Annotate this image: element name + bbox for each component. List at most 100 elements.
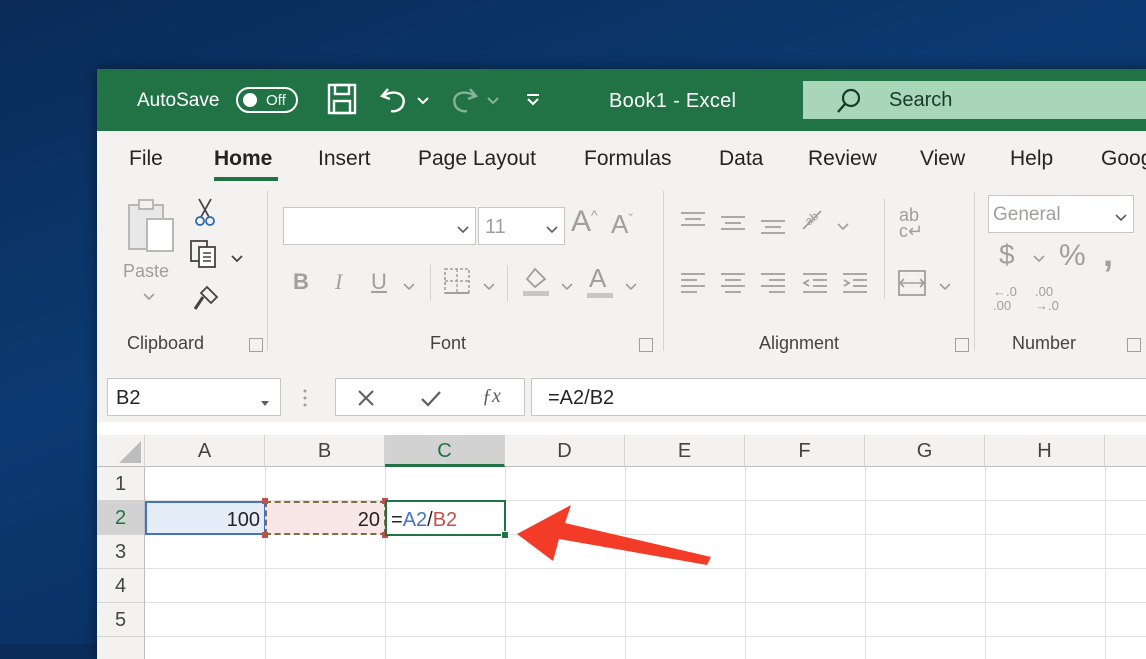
column-header-g[interactable]: G <box>865 435 985 467</box>
font-color-icon[interactable]: A <box>589 263 606 294</box>
number-format-dropdown[interactable]: General <box>988 195 1134 233</box>
ref-handle[interactable] <box>262 498 268 504</box>
currency-dropdown-icon[interactable] <box>1033 251 1045 269</box>
insert-function-icon[interactable]: ƒx <box>482 385 501 408</box>
middle-align-icon[interactable] <box>719 213 747 238</box>
search-box[interactable]: Search <box>803 81 1146 119</box>
ribbon: Paste Clipboard 11 A^ Aˇ B I U A Font ab… <box>97 189 1146 355</box>
tab-formulas[interactable]: Formulas <box>584 147 672 171</box>
column-header-c[interactable]: C <box>385 435 505 467</box>
toggle-knob <box>243 93 257 107</box>
number-format-value: General <box>993 204 1061 225</box>
decrease-font-size-icon[interactable]: Aˇ <box>611 209 633 240</box>
formula-input[interactable]: =A2/B2 <box>531 378 1146 416</box>
column-header-h[interactable]: H <box>985 435 1105 467</box>
cell-c2-active[interactable]: =A2/B2 <box>385 500 506 536</box>
row-header-3[interactable]: 3 <box>97 535 145 569</box>
undo-dropdown-icon[interactable] <box>417 93 429 111</box>
paste-label: Paste <box>123 261 170 281</box>
ref-handle[interactable] <box>262 532 268 538</box>
decrease-decimal-icon[interactable]: .00 →.0 <box>1035 285 1059 313</box>
font-name-dropdown[interactable] <box>283 207 476 245</box>
gridline <box>505 467 506 659</box>
number-group-label: Number <box>1012 333 1077 353</box>
borders-dropdown-icon[interactable] <box>483 279 495 297</box>
cell-a2-value: 100 <box>226 509 260 531</box>
gridline <box>265 467 266 659</box>
fill-color-dropdown-icon[interactable] <box>561 279 573 297</box>
row-header-4[interactable]: 4 <box>97 569 145 603</box>
cell-a2[interactable]: 100 <box>145 501 266 535</box>
currency-icon[interactable]: $ <box>999 239 1015 271</box>
bottom-align-icon[interactable] <box>759 217 787 242</box>
increase-font-size-icon[interactable]: A^ <box>571 205 598 239</box>
bold-icon[interactable]: B <box>293 269 309 295</box>
format-painter-icon[interactable] <box>191 283 221 318</box>
row-header-6[interactable] <box>97 637 145 659</box>
tab-insert[interactable]: Insert <box>318 147 371 171</box>
formula-ref-b2: B2 <box>432 509 458 531</box>
copy-dropdown-icon[interactable] <box>231 251 243 269</box>
cut-icon[interactable] <box>193 197 217 232</box>
decrease-indent-icon[interactable] <box>801 271 829 300</box>
formula-ref-a2: A2 <box>402 509 428 531</box>
save-icon[interactable] <box>327 83 357 120</box>
column-header-i[interactable] <box>1105 435 1146 467</box>
paste-icon[interactable] <box>125 197 177 258</box>
clipboard-launcher-icon[interactable] <box>249 338 263 352</box>
borders-icon[interactable] <box>443 267 471 300</box>
merge-dropdown-icon[interactable] <box>939 279 951 297</box>
row-header-5[interactable]: 5 <box>97 603 145 637</box>
paste-dropdown-icon[interactable] <box>143 289 155 307</box>
align-right-icon[interactable] <box>759 271 787 300</box>
merge-center-icon[interactable] <box>897 269 927 302</box>
number-launcher-icon[interactable] <box>1127 338 1141 352</box>
increase-decimal-icon[interactable]: ←.0.00 <box>993 285 1017 313</box>
column-header-d[interactable]: D <box>505 435 625 467</box>
percent-icon[interactable]: % <box>1059 239 1086 273</box>
enter-icon[interactable] <box>420 388 442 413</box>
underline-dropdown-icon[interactable] <box>403 279 415 297</box>
tab-page-layout[interactable]: Page Layout <box>418 147 536 171</box>
font-launcher-icon[interactable] <box>639 338 653 352</box>
tab-home[interactable]: Home <box>214 147 272 171</box>
underline-icon[interactable]: U <box>371 269 387 295</box>
increase-indent-icon[interactable] <box>841 271 869 300</box>
tab-google[interactable]: Goog <box>1101 147 1146 171</box>
formula-bar-grip-icon[interactable] <box>303 388 307 413</box>
font-color-dropdown-icon[interactable] <box>625 279 637 297</box>
copy-icon[interactable] <box>189 239 219 274</box>
tab-data[interactable]: Data <box>719 147 763 171</box>
name-box[interactable]: B2 <box>107 378 281 416</box>
column-header-b[interactable]: B <box>265 435 385 467</box>
select-all-corner[interactable] <box>97 435 145 467</box>
wrap-text-icon[interactable]: ab c↵ <box>899 206 923 240</box>
column-header-a[interactable]: A <box>145 435 265 467</box>
fill-color-icon[interactable] <box>521 265 551 302</box>
tab-view[interactable]: View <box>920 147 965 171</box>
tab-help[interactable]: Help <box>1010 147 1053 171</box>
row-header-1[interactable]: 1 <box>97 467 145 501</box>
cell-b2[interactable]: 20 <box>265 501 386 535</box>
align-left-icon[interactable] <box>679 271 707 300</box>
font-size-dropdown[interactable]: 11 <box>478 207 565 245</box>
redo-icon[interactable] <box>447 83 479 120</box>
italic-icon[interactable]: I <box>335 269 342 295</box>
row-header-2[interactable]: 2 <box>97 501 145 535</box>
column-header-f[interactable]: F <box>745 435 865 467</box>
undo-icon[interactable] <box>379 83 411 120</box>
autosave-toggle[interactable]: Off <box>236 87 298 113</box>
orientation-icon[interactable]: ab <box>799 205 831 240</box>
tab-file[interactable]: File <box>129 147 163 171</box>
column-header-e[interactable]: E <box>625 435 745 467</box>
redo-dropdown-icon[interactable] <box>487 93 499 111</box>
align-center-icon[interactable] <box>719 271 747 300</box>
comma-style-icon[interactable]: , <box>1103 233 1113 275</box>
top-align-icon[interactable] <box>679 211 707 236</box>
alignment-launcher-icon[interactable] <box>955 338 969 352</box>
customize-toolbar-icon[interactable] <box>525 93 541 112</box>
orientation-dropdown-icon[interactable] <box>837 219 849 237</box>
name-box-dropdown-icon[interactable] <box>260 395 270 413</box>
tab-review[interactable]: Review <box>808 147 877 171</box>
cancel-icon[interactable] <box>356 388 376 413</box>
